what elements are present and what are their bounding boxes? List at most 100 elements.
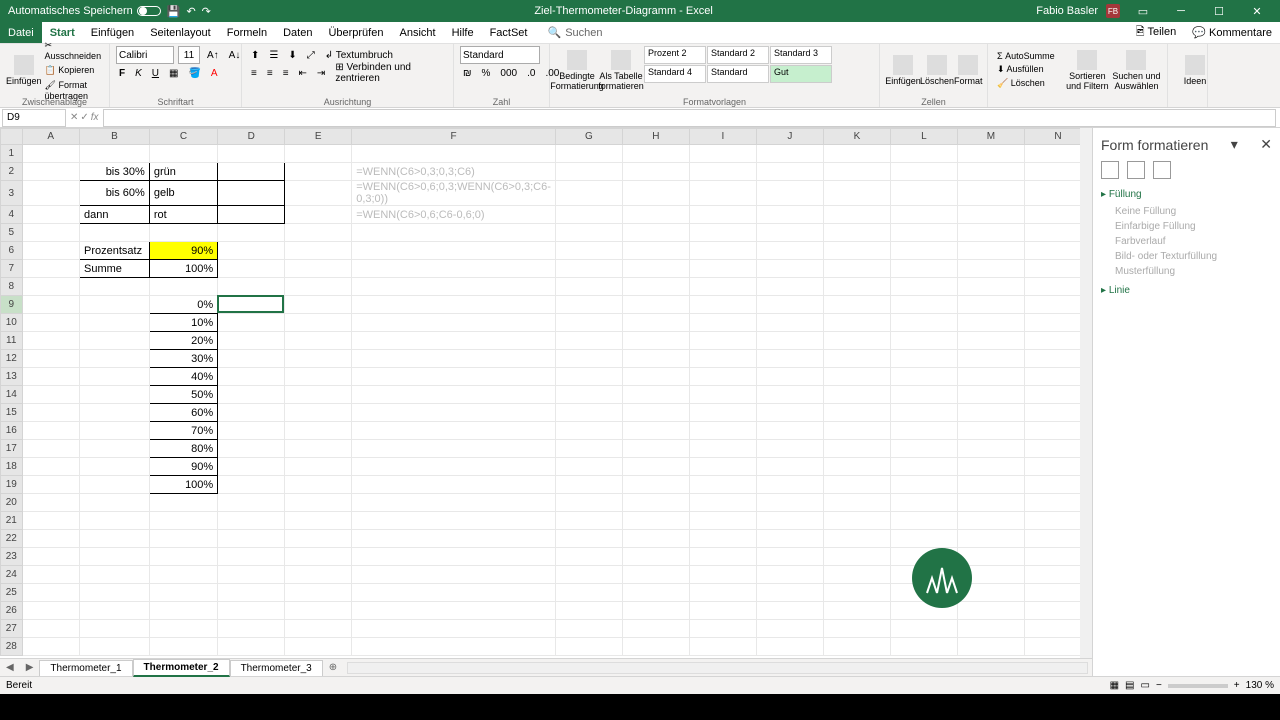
cell-H3[interactable] [622,181,689,206]
col-header-F[interactable]: F [352,129,556,145]
cell-M15[interactable] [957,404,1024,422]
cell-B5[interactable] [79,224,149,242]
cell-H2[interactable] [622,163,689,181]
toggle-switch[interactable] [137,6,161,16]
cell-L12[interactable] [890,350,957,368]
search-box[interactable]: 🔍 Suchen [547,26,602,39]
style-standard4[interactable]: Standard 4 [644,65,706,83]
cell-C16[interactable]: 70% [149,422,217,440]
cell-K13[interactable] [823,368,890,386]
cell-J23[interactable] [756,548,823,566]
cell-F13[interactable] [352,368,556,386]
cell-C5[interactable] [149,224,217,242]
cell-G22[interactable] [555,530,622,548]
row-header-12[interactable]: 12 [1,350,23,368]
cell-L8[interactable] [890,278,957,296]
cell-J22[interactable] [756,530,823,548]
cell-B24[interactable] [79,566,149,584]
cell-J4[interactable] [756,206,823,224]
cell-C27[interactable] [149,620,217,638]
cell-M17[interactable] [957,440,1024,458]
cell-B22[interactable] [79,530,149,548]
row-header-22[interactable]: 22 [1,530,23,548]
cell-M11[interactable] [957,332,1024,350]
cell-E5[interactable] [285,224,352,242]
cell-J24[interactable] [756,566,823,584]
opt-farbverlauf[interactable]: Farbverlauf [1101,234,1272,249]
cell-D6[interactable] [218,242,285,260]
cell-C9[interactable]: 0% [149,296,217,314]
cell-G4[interactable] [555,206,622,224]
cell-J6[interactable] [756,242,823,260]
cell-H14[interactable] [622,386,689,404]
cell-K17[interactable] [823,440,890,458]
cell-B26[interactable] [79,602,149,620]
cell-K12[interactable] [823,350,890,368]
cell-E24[interactable] [285,566,352,584]
cell-K19[interactable] [823,476,890,494]
cell-L22[interactable] [890,530,957,548]
autosum-button[interactable]: Σ AutoSumme [994,50,1063,62]
fill-button[interactable]: ⬇ Ausfüllen [994,63,1063,76]
cell-J1[interactable] [756,145,823,163]
cell-A21[interactable] [22,512,79,530]
cell-A23[interactable] [22,548,79,566]
conditional-format-button[interactable]: Bedingte Formatierung [556,46,598,96]
cell-F28[interactable] [352,638,556,656]
cell-A7[interactable] [22,260,79,278]
row-header-7[interactable]: 7 [1,260,23,278]
cell-E14[interactable] [285,386,352,404]
cell-C18[interactable]: 90% [149,458,217,476]
cell-F27[interactable] [352,620,556,638]
cell-J12[interactable] [756,350,823,368]
cell-J11[interactable] [756,332,823,350]
cell-K10[interactable] [823,314,890,332]
cell-D14[interactable] [218,386,285,404]
cell-I22[interactable] [689,530,756,548]
paste-button[interactable]: Einfügen [6,46,42,96]
cell-J8[interactable] [756,278,823,296]
cell-J17[interactable] [756,440,823,458]
cell-B28[interactable] [79,638,149,656]
orientation-icon[interactable]: ⤢ [304,49,318,62]
view-normal-icon[interactable]: ▦ [1110,680,1119,691]
cell-J2[interactable] [756,163,823,181]
view-page-icon[interactable]: ▤ [1125,680,1134,691]
col-header-C[interactable]: C [149,129,217,145]
row-header-17[interactable]: 17 [1,440,23,458]
cell-K14[interactable] [823,386,890,404]
format-as-table-button[interactable]: Als Tabelle formatieren [600,46,642,96]
opt-muster[interactable]: Musterfüllung [1101,264,1272,279]
cell-C15[interactable]: 60% [149,404,217,422]
format-cells-button[interactable]: Format [954,46,983,96]
col-header-J[interactable]: J [756,129,823,145]
cell-C25[interactable] [149,584,217,602]
cell-M20[interactable] [957,494,1024,512]
cell-I5[interactable] [689,224,756,242]
cell-I15[interactable] [689,404,756,422]
cell-K27[interactable] [823,620,890,638]
user-avatar[interactable]: FB [1106,4,1120,18]
cell-F22[interactable] [352,530,556,548]
cell-L1[interactable] [890,145,957,163]
cell-G5[interactable] [555,224,622,242]
cell-F25[interactable] [352,584,556,602]
cell-L3[interactable] [890,181,957,206]
cell-M3[interactable] [957,181,1024,206]
cell-B18[interactable] [79,458,149,476]
cell-D5[interactable] [218,224,285,242]
underline-button[interactable]: U [149,67,162,80]
zoom-slider[interactable] [1168,684,1228,688]
cell-M1[interactable] [957,145,1024,163]
cell-I24[interactable] [689,566,756,584]
cell-I10[interactable] [689,314,756,332]
align-center-icon[interactable]: ≡ [264,67,276,80]
cell-B4[interactable]: dann [79,206,149,224]
row-header-18[interactable]: 18 [1,458,23,476]
cell-E27[interactable] [285,620,352,638]
cell-F14[interactable] [352,386,556,404]
accept-formula-icon[interactable]: ✓ [80,112,88,123]
cell-J9[interactable] [756,296,823,314]
cell-J15[interactable] [756,404,823,422]
row-header-21[interactable]: 21 [1,512,23,530]
